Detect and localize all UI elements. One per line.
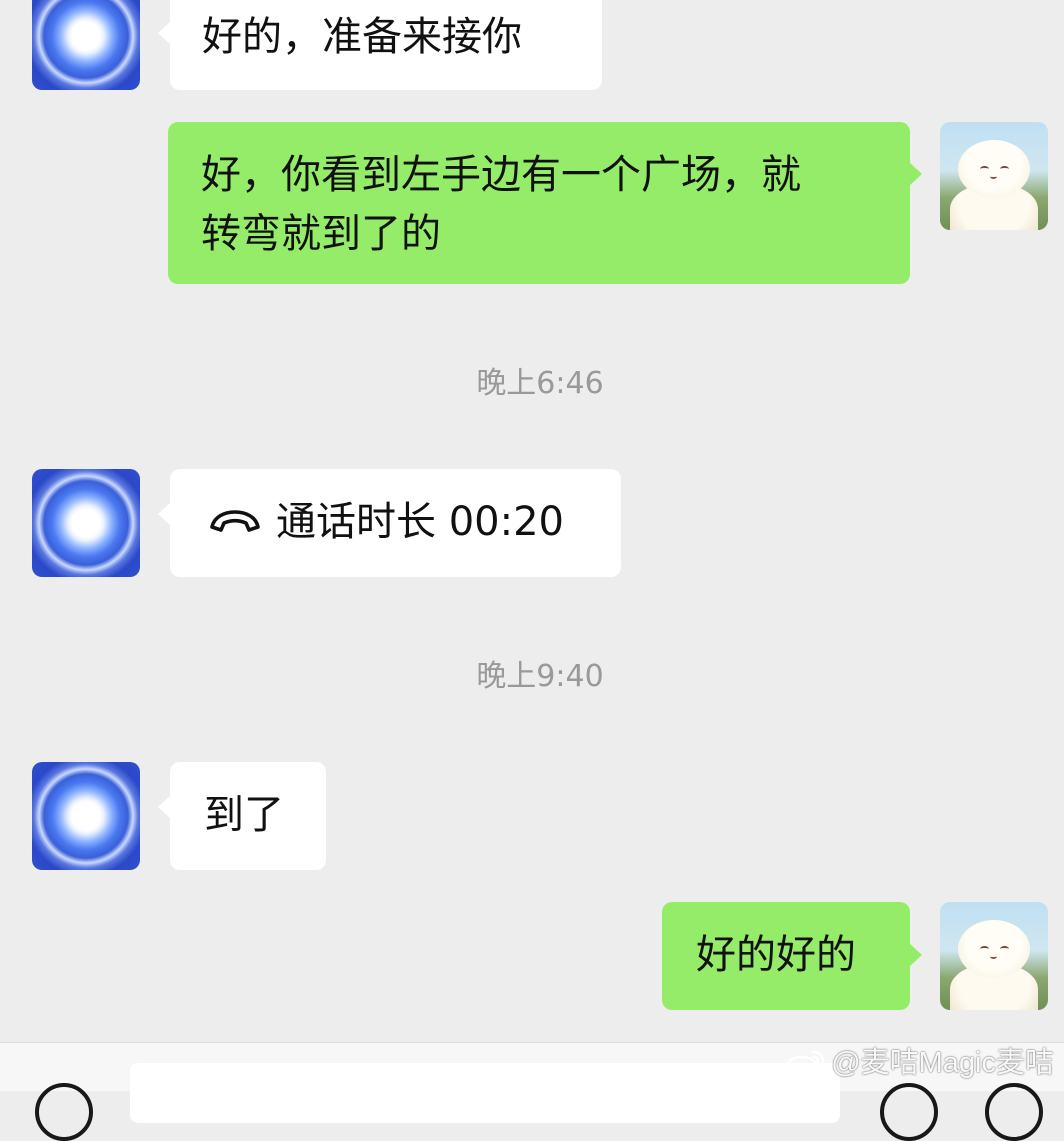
sheep-head [958, 140, 1030, 198]
my-avatar[interactable] [940, 122, 1048, 230]
message-text: 好的，准备来接你 [202, 14, 522, 60]
call-duration-label: 通话时长 00:20 [276, 499, 564, 545]
contact-avatar[interactable] [32, 762, 140, 870]
call-record-bubble[interactable]: 通话时长 00:20 [158, 469, 621, 577]
message-text: 好的好的 [696, 932, 856, 978]
incoming-message-bubble[interactable]: 到了 [158, 762, 326, 870]
contact-avatar[interactable] [32, 469, 140, 577]
incoming-message-bubble[interactable]: 好的，准备来接你 [158, 0, 602, 90]
sheep-mouth [990, 954, 997, 959]
emoji-button[interactable] [880, 1083, 938, 1141]
phone-hangup-icon [210, 510, 260, 532]
sheep-head [958, 920, 1030, 978]
voice-input-button[interactable] [35, 1083, 93, 1141]
message-text: 到了 [204, 792, 284, 838]
my-avatar[interactable] [940, 902, 1048, 1010]
weibo-logo-icon [786, 1050, 825, 1079]
contact-avatar[interactable] [32, 0, 140, 90]
watermark: @麦咭Magic麦咭 [785, 1043, 1054, 1083]
chat-timestamp: 晚上6:46 [476, 366, 604, 401]
sheep-eye [1000, 946, 1009, 952]
message-text-line: 好，你看到左手边有一个广场，就 [201, 152, 801, 198]
sheep-eye [980, 166, 989, 172]
chat-message-list[interactable]: 好的，准备来接你 好，你看到左手边有一个广场，就 转弯就到了的 晚上6:46 通… [0, 0, 1064, 1042]
sheep-eye [1000, 166, 1009, 172]
more-options-button[interactable] [985, 1083, 1043, 1141]
watermark-text: @麦咭Magic麦咭 [831, 1047, 1054, 1079]
message-input[interactable] [130, 1063, 840, 1123]
sheep-eye [980, 946, 989, 952]
sheep-mouth [990, 174, 997, 179]
chat-timestamp: 晚上9:40 [476, 659, 604, 694]
outgoing-message-bubble[interactable]: 好的好的 [662, 902, 922, 1010]
message-text-line: 转弯就到了的 [201, 211, 441, 257]
outgoing-message-bubble[interactable]: 好，你看到左手边有一个广场，就 转弯就到了的 [168, 122, 922, 284]
